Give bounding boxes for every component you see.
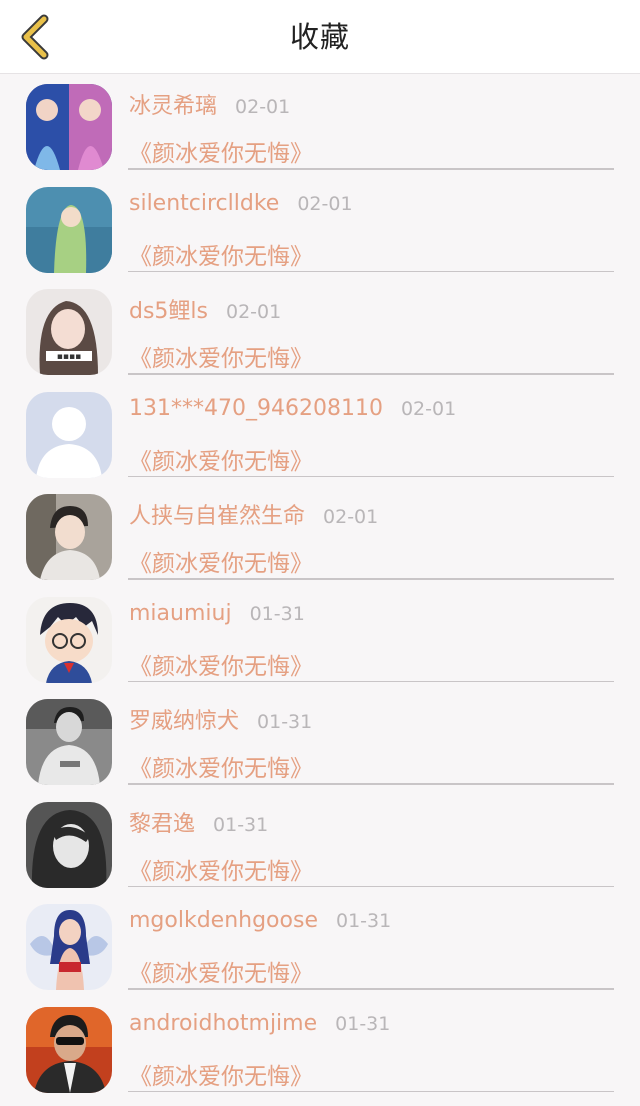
story-title-link[interactable]: 《颜冰爱你无悔》 bbox=[129, 852, 313, 886]
avatar[interactable] bbox=[26, 596, 112, 683]
avatar[interactable] bbox=[26, 904, 112, 990]
divider bbox=[128, 373, 614, 375]
user-name[interactable]: mgolkdenhgoose bbox=[129, 908, 318, 933]
user-name[interactable]: silentcirclldke bbox=[129, 191, 279, 216]
user-name[interactable]: androidhotmjime bbox=[129, 1011, 317, 1036]
avatar[interactable] bbox=[26, 1006, 112, 1093]
story-title-link[interactable]: 《颜冰爱你无悔》 bbox=[129, 237, 313, 271]
list-item[interactable]: 黎君逸 01-31 《颜冰爱你无悔》 bbox=[0, 792, 640, 895]
divider bbox=[128, 270, 614, 272]
divider bbox=[128, 783, 614, 785]
user-name[interactable]: 冰灵希璃 bbox=[129, 88, 217, 120]
divider bbox=[128, 578, 614, 580]
avatar[interactable] bbox=[26, 494, 112, 580]
default-avatar-icon bbox=[26, 391, 112, 478]
list-item[interactable]: 131***470_946208110 02-01 《颜冰爱你无悔》 bbox=[0, 382, 640, 485]
date: 01-31 bbox=[213, 813, 269, 836]
avatar[interactable] bbox=[26, 699, 112, 785]
user-name[interactable]: 人挟与自崔然生命 bbox=[129, 498, 305, 530]
list-item[interactable]: 人挟与自崔然生命 02-01 《颜冰爱你无悔》 bbox=[0, 484, 640, 587]
divider bbox=[128, 885, 614, 887]
list-item[interactable]: miaumiuj 01-31 《颜冰爱你无悔》 bbox=[0, 587, 640, 690]
date: 02-01 bbox=[400, 397, 457, 420]
avatar[interactable] bbox=[26, 801, 112, 888]
svg-text:▪▪▪▪: ▪▪▪▪ bbox=[57, 352, 81, 362]
divider bbox=[128, 680, 614, 682]
nav-bar: 收藏 bbox=[0, 0, 640, 74]
list-item[interactable]: ▪▪▪▪ ds5鲤ls 02-01 《颜冰爱你无悔》 bbox=[0, 279, 640, 382]
date: 01-31 bbox=[257, 711, 313, 733]
list-item[interactable]: androidhotmjime 01-31 《颜冰爱你无悔》 bbox=[0, 997, 640, 1100]
divider bbox=[128, 475, 614, 477]
date: 01-31 bbox=[335, 1012, 391, 1035]
favorites-list: 冰灵希璃 02-01 《颜冰爱你无悔》 silentcirclldke 02-0… bbox=[0, 74, 640, 1099]
divider bbox=[128, 988, 614, 990]
date: 02-01 bbox=[235, 96, 291, 118]
story-title-link[interactable]: 《颜冰爱你无悔》 bbox=[129, 339, 313, 373]
avatar[interactable]: ▪▪▪▪ bbox=[26, 289, 112, 375]
page-title: 收藏 bbox=[289, 20, 350, 54]
date: 01-31 bbox=[249, 602, 305, 625]
story-title-link[interactable]: 《颜冰爱你无悔》 bbox=[129, 954, 313, 988]
list-item[interactable]: 冰灵希璃 02-01 《颜冰爱你无悔》 bbox=[0, 74, 640, 177]
date: 02-01 bbox=[226, 301, 282, 323]
story-title-link[interactable]: 《颜冰爱你无悔》 bbox=[129, 749, 313, 783]
story-title-link[interactable]: 《颜冰爱你无悔》 bbox=[129, 647, 313, 681]
story-title-link[interactable]: 《颜冰爱你无悔》 bbox=[129, 1057, 313, 1091]
avatar[interactable] bbox=[26, 84, 112, 170]
user-name[interactable]: miaumiuj bbox=[129, 601, 232, 626]
user-name[interactable]: 131***470_946208110 bbox=[129, 396, 383, 421]
list-item[interactable]: 罗威纳惊犬 01-31 《颜冰爱你无悔》 bbox=[0, 689, 640, 792]
date: 02-01 bbox=[323, 506, 379, 528]
list-item[interactable]: mgolkdenhgoose 01-31 《颜冰爱你无悔》 bbox=[0, 894, 640, 997]
date: 02-01 bbox=[297, 192, 353, 215]
avatar[interactable] bbox=[26, 391, 112, 478]
avatar[interactable] bbox=[26, 186, 112, 273]
divider bbox=[128, 1090, 614, 1092]
story-title-link[interactable]: 《颜冰爱你无悔》 bbox=[129, 544, 313, 578]
user-name[interactable]: 黎君逸 bbox=[129, 806, 195, 838]
user-name[interactable]: ds5鲤ls bbox=[129, 293, 208, 325]
user-name[interactable]: 罗威纳惊犬 bbox=[129, 703, 239, 735]
story-title-link[interactable]: 《颜冰爱你无悔》 bbox=[129, 442, 313, 476]
divider bbox=[128, 168, 614, 170]
date: 01-31 bbox=[335, 910, 392, 932]
story-title-link[interactable]: 《颜冰爱你无悔》 bbox=[129, 134, 313, 168]
list-item[interactable]: silentcirclldke 02-01 《颜冰爱你无悔》 bbox=[0, 177, 640, 280]
